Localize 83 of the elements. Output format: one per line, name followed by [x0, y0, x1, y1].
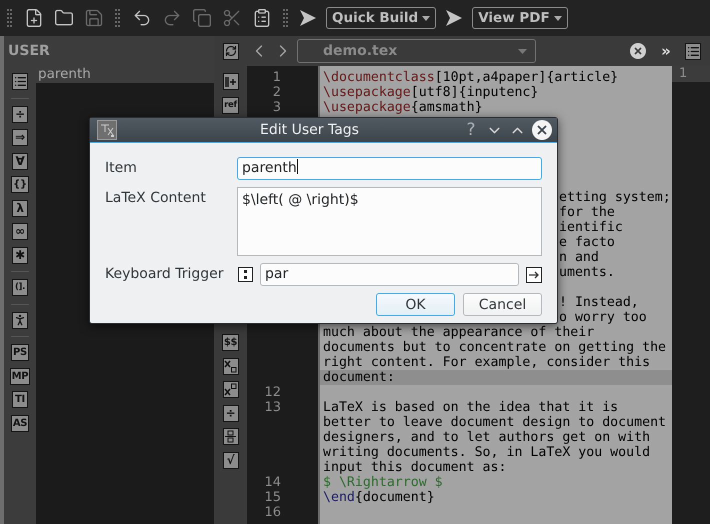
line-number: 1 [272, 70, 282, 85]
line-number: 3 [272, 100, 282, 115]
symbol-button[interactable]: AS [10, 414, 30, 432]
build-dropdown[interactable]: Quick Build [326, 7, 436, 29]
trigger-field[interactable]: par [260, 263, 519, 286]
build-dropdown[interactable]: View PDF [472, 7, 568, 29]
subscript-icon[interactable] [222, 358, 238, 375]
field-label: Item [105, 159, 138, 178]
symbol-button[interactable]: (]. [12, 279, 28, 296]
code-line: \documentclass[10pt,a4paper]{article} [323, 70, 618, 85]
menu-icon[interactable] [685, 42, 701, 60]
panel-title: USER [7, 42, 51, 61]
grip-icon[interactable] [7, 8, 12, 28]
code-line: writing documents. So, in LaTeX you would [323, 445, 650, 460]
dots-icon[interactable] [237, 266, 253, 282]
caret-icon [554, 16, 562, 20]
symbol-button[interactable]: $$ [222, 334, 240, 352]
code-line: n and [559, 250, 599, 265]
grip-icon[interactable] [283, 8, 288, 28]
dialog-button[interactable]: OK [376, 293, 455, 316]
code-line: o worry too [559, 310, 647, 325]
code-line: designers, and to let authors get on with [323, 430, 650, 445]
close-icon[interactable] [532, 120, 552, 140]
code-line: \usepackage{amsmath} [323, 100, 483, 115]
more-button[interactable]: » [655, 42, 677, 60]
fraction-icon[interactable] [222, 428, 238, 446]
code-line: \usepackage[utf8]{inputenc} [323, 85, 538, 100]
list-icon[interactable] [12, 73, 28, 90]
symbol-button[interactable]: λ [12, 200, 28, 217]
code-line: $ \Rightarrow $ [323, 475, 443, 490]
caret-icon [518, 48, 527, 54]
symbol-button[interactable]: ∀ [12, 152, 28, 170]
line-number: 2 [272, 85, 282, 100]
code-line: documents but to concentrate on getting the [323, 340, 666, 355]
code-line: etting system; [559, 190, 671, 205]
symbol-button[interactable]: √ [222, 452, 238, 469]
person-icon[interactable] [12, 312, 28, 329]
caret-icon [422, 16, 430, 20]
code-line: input this document as: [323, 460, 506, 475]
symbol-button[interactable]: ∞ [12, 223, 28, 240]
code-line: right content. For example, consider this [323, 355, 650, 370]
line-number: 15 [263, 490, 282, 505]
play-icon[interactable] [445, 9, 464, 27]
close-icon[interactable] [630, 43, 646, 59]
symbol-button[interactable]: TI [12, 391, 28, 408]
grip-icon[interactable] [115, 8, 120, 28]
refresh-icon[interactable] [222, 42, 238, 60]
symbol-button[interactable]: ÷ [222, 404, 238, 422]
symbol-button[interactable]: {} [11, 176, 29, 194]
app-icon [97, 120, 117, 140]
symbol-button[interactable]: PS [11, 344, 29, 362]
symbol-button[interactable]: MP [10, 368, 30, 385]
dialog-button[interactable]: Cancel [463, 293, 542, 316]
symbol-button[interactable]: ref [222, 96, 239, 114]
code-line: document: [323, 370, 395, 385]
help-button[interactable]: ? [462, 120, 480, 140]
item-field[interactable]: parenth [237, 157, 542, 180]
line-number: 14 [263, 475, 282, 490]
symbol-button[interactable]: ⇒ [12, 129, 28, 146]
code-line: much about the appearance of their [323, 325, 594, 340]
dialog-title: Edit User Tags [259, 122, 360, 138]
symbol-button[interactable]: ÷ [12, 106, 28, 123]
insert-icon[interactable] [222, 73, 238, 90]
code-line: ientific [559, 220, 623, 235]
line-number: 13 [263, 400, 282, 415]
line-number: 12 [263, 385, 282, 400]
play-icon[interactable] [299, 9, 317, 27]
folder-icon[interactable] [53, 8, 74, 28]
symbol-button[interactable]: ✱ [12, 246, 28, 264]
tag-item[interactable]: parenth [36, 66, 214, 83]
code-line: \end{document} [323, 490, 435, 505]
content-field[interactable]: $\left( @ \right)$ [237, 187, 542, 256]
code-line: LaTeX is based on the idea that it is [323, 400, 618, 415]
field-label: Keyboard Trigger [105, 265, 225, 284]
code-line: uments. [559, 265, 615, 280]
line-number: 16 [263, 505, 282, 520]
code-line: better to leave document design to document [323, 415, 666, 430]
code-line: ! Instead, [559, 295, 639, 310]
file-dropdown[interactable]: demo.tex [297, 39, 536, 63]
superscript-icon[interactable] [222, 381, 238, 398]
code-line: e facto [559, 235, 615, 250]
code-line: for the [559, 205, 615, 220]
field-label: LaTeX Content [105, 189, 207, 208]
